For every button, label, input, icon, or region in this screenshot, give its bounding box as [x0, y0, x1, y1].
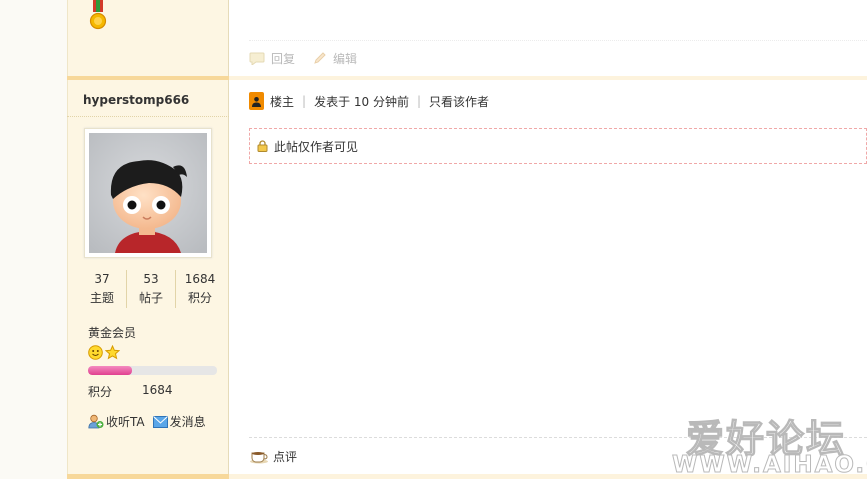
user-stats: 37 主题 53 帖子 1684 积分	[78, 270, 224, 308]
user-group[interactable]: 黄金会员	[88, 324, 136, 341]
points-label: 积分	[88, 385, 113, 399]
post-separator-right	[229, 76, 867, 80]
reply-label: 回复	[271, 52, 296, 66]
post-header: 楼主 | 发表于 10 分钟前 | 只看该作者	[249, 92, 489, 110]
follow-icon	[88, 414, 104, 429]
watermark-url: WWW.AIHAO.CC	[672, 452, 867, 479]
send-message-button[interactable]: 发消息	[152, 413, 206, 430]
edit-button[interactable]: 编辑	[313, 50, 357, 67]
points-row: 积分 1684	[88, 383, 173, 400]
follow-button[interactable]: 收听TA	[88, 413, 145, 430]
stat-value: 37	[94, 272, 110, 286]
smiley-icon	[88, 345, 103, 360]
medal-icon	[89, 0, 107, 30]
edit-label: 编辑	[333, 52, 358, 66]
post-time: 发表于 10 分钟前	[314, 94, 409, 109]
hidden-content-notice: 此帖仅作者可见	[249, 128, 867, 164]
follow-label: 收听TA	[106, 415, 145, 429]
reply-button[interactable]: 回复	[249, 50, 295, 67]
comment-label: 点评	[273, 450, 298, 464]
site-watermark: 爱好论坛 WWW.AIHAO.CC	[672, 408, 867, 479]
divider	[67, 116, 229, 117]
stat-value: 53	[143, 272, 159, 286]
stat-value: 1684	[184, 272, 216, 286]
previous-post-actions: 回复 编辑	[249, 50, 357, 67]
separator: |	[302, 94, 307, 108]
star-icon	[105, 345, 120, 360]
stat-label: 积分	[187, 291, 212, 305]
author-tag: 楼主	[270, 94, 295, 109]
username[interactable]: hyperstomp666	[83, 93, 189, 107]
post-separator	[67, 474, 229, 479]
left-gutter	[0, 0, 67, 479]
stat-label: 主题	[89, 291, 114, 305]
reply-icon	[249, 52, 265, 65]
level-progress-bar	[88, 366, 217, 375]
stat-posts[interactable]: 53 帖子	[127, 270, 176, 308]
stat-topics[interactable]: 37 主题	[78, 270, 127, 308]
separator: |	[416, 94, 422, 108]
author-badge-icon	[249, 92, 264, 110]
level-progress-fill	[88, 366, 132, 375]
comment-button[interactable]: 点评	[249, 448, 297, 465]
stat-label: 帖子	[138, 291, 163, 305]
coffee-cup-icon	[250, 452, 268, 464]
only-author-link[interactable]: 只看该作者	[429, 93, 489, 110]
rank-icons	[88, 345, 120, 360]
points-value: 1684	[142, 383, 173, 397]
stat-points[interactable]: 1684 积分	[176, 270, 224, 308]
lock-icon	[257, 140, 268, 152]
user-actions: 收听TA 发消息	[88, 413, 206, 430]
envelope-icon	[152, 415, 168, 428]
hidden-notice-text: 此帖仅作者可见	[274, 139, 359, 154]
pencil-icon	[314, 52, 326, 64]
message-label: 发消息	[169, 415, 206, 429]
avatar[interactable]	[84, 128, 212, 258]
divider	[249, 40, 867, 41]
